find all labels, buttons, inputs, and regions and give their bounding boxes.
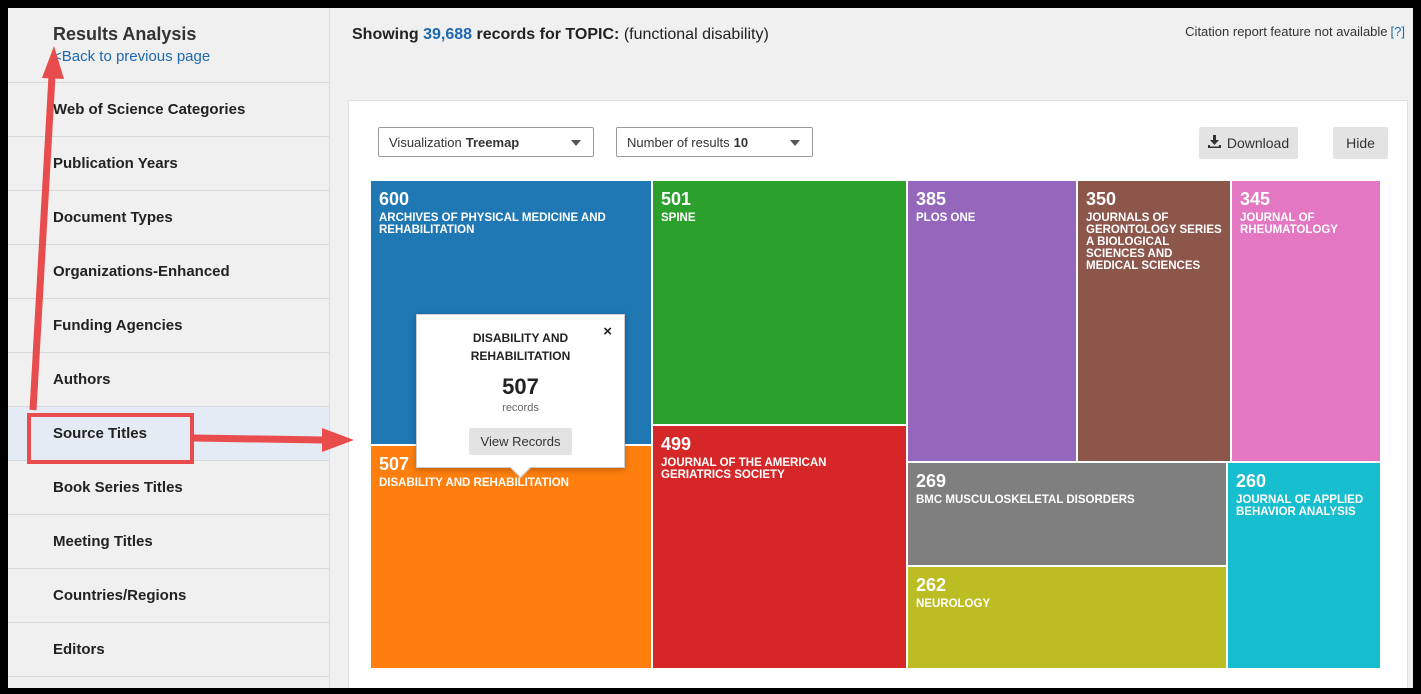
treemap-tooltip: × DISABILITY AND REHABILITATION 507 reco… [416, 314, 625, 479]
results-count-select[interactable]: Number of results 10 [616, 127, 813, 157]
close-icon[interactable]: × [603, 323, 612, 340]
showing-prefix: Showing [352, 26, 419, 43]
tile-value: 385 [916, 189, 947, 209]
sidebar-item-organizations-enhanced[interactable]: Organizations-Enhanced [8, 245, 329, 299]
chevron-down-icon [790, 140, 800, 146]
tile-value: 260 [1236, 471, 1267, 491]
chevron-down-icon [571, 140, 581, 146]
main-content: Showing 39,688 records for TOPIC: (funct… [330, 8, 1413, 688]
visualization-select[interactable]: Visualization Treemap [378, 127, 594, 157]
tile-label: ARCHIVES OF PHYSICAL MEDICINE AND REHABI… [379, 212, 606, 236]
treemap-tile[interactable]: 507 DISABILITY AND REHABILITATION [371, 446, 651, 668]
tile-value: 269 [916, 471, 947, 491]
visualization-panel: Visualization Treemap Number of results … [348, 100, 1408, 688]
sidebar-item-meeting-titles[interactable]: Meeting Titles [8, 515, 329, 569]
tile-value: 350 [1086, 189, 1117, 209]
visualization-value: Treemap [465, 134, 520, 150]
topic-label: TOPIC: [565, 26, 620, 43]
topic-value: (functional disability) [623, 26, 769, 43]
tooltip-unit: records [502, 402, 539, 414]
tile-label: NEUROLOGY [916, 598, 991, 610]
treemap-tile[interactable]: 501 SPINE [653, 181, 906, 424]
download-icon [1207, 135, 1221, 151]
tile-value: 345 [1240, 189, 1271, 209]
record-count: 39,688 [423, 26, 473, 43]
download-button[interactable]: Download [1199, 127, 1298, 159]
sidebar-item-countries-regions[interactable]: Countries/Regions [8, 569, 329, 623]
sidebar-item-authors[interactable]: Authors [8, 353, 329, 407]
help-link[interactable]: [?] [1391, 24, 1405, 39]
treemap-tile[interactable]: 262 NEUROLOGY [908, 567, 1226, 668]
annotation-highlight-box [27, 413, 194, 464]
treemap-tile[interactable]: 260 JOURNAL OF APPLIED BEHAVIOR ANALYSIS [1228, 463, 1380, 668]
tooltip-count: 507 [502, 374, 539, 399]
sidebar-item-funding-agencies[interactable]: Funding Agencies [8, 299, 329, 353]
tile-label: SPINE [661, 212, 696, 224]
sidebar-item-editors[interactable]: Editors [8, 623, 329, 677]
tile-label: JOURNAL OF THE AMERICAN GERIATRICS SOCIE… [661, 457, 827, 481]
tile-label: JOURNAL OF RHEUMATOLOGY [1240, 212, 1338, 236]
back-link[interactable]: <Back to previous page [53, 48, 329, 65]
tile-value: 262 [916, 575, 947, 595]
treemap-tile[interactable]: 385 PLOS ONE [908, 181, 1076, 461]
sidebar: Results Analysis <Back to previous page … [8, 8, 330, 688]
tile-label: JOURNAL OF APPLIED BEHAVIOR ANALYSIS [1236, 494, 1364, 518]
sidebar-item-document-types[interactable]: Document Types [8, 191, 329, 245]
citation-note-text: Citation report feature not available [1185, 24, 1388, 39]
treemap-tile[interactable]: 345 JOURNAL OF RHEUMATOLOGY [1232, 181, 1380, 461]
tile-label: BMC MUSCULOSKELETAL DISORDERS [916, 494, 1135, 506]
treemap-tile[interactable]: 269 BMC MUSCULOSKELETAL DISORDERS [908, 463, 1226, 565]
sidebar-item-book-series-titles[interactable]: Book Series Titles [8, 461, 329, 515]
sidebar-title: Results Analysis [53, 24, 197, 44]
tile-label: PLOS ONE [916, 212, 976, 224]
tile-value: 501 [661, 189, 692, 209]
tile-label: JOURNALS OF GERONTOLOGY SERIES A BIOLOGI… [1086, 212, 1222, 272]
treemap-tile[interactable]: 499 JOURNAL OF THE AMERICAN GERIATRICS SO… [653, 426, 906, 668]
sidebar-item-publication-years[interactable]: Publication Years [8, 137, 329, 191]
results-summary: Showing 39,688 records for TOPIC: (funct… [352, 26, 769, 44]
download-label: Download [1226, 135, 1290, 151]
treemap-tile[interactable]: 350 JOURNALS OF GERONTOLOGY SERIES A BIOL… [1078, 181, 1230, 461]
sidebar-item-web-of-science-categories[interactable]: Web of Science Categories [8, 83, 329, 137]
records-for-text: records for [476, 26, 561, 43]
results-count-value: 10 [733, 134, 749, 150]
tile-value: 600 [379, 189, 410, 209]
tooltip-title: DISABILITY AND REHABILITATION [470, 331, 571, 363]
citation-note: Citation report feature not available [?] [1185, 24, 1405, 39]
window: Results Analysis <Back to previous page … [8, 8, 1413, 688]
results-count-label: Number of results [627, 134, 730, 150]
results-header: Showing 39,688 records for TOPIC: (funct… [330, 8, 1413, 94]
tile-label: DISABILITY AND REHABILITATION [379, 477, 569, 489]
sidebar-header: Results Analysis <Back to previous page [8, 8, 329, 83]
visualization-label: Visualization [389, 134, 462, 150]
view-records-button[interactable]: View Records [468, 428, 573, 455]
hide-button[interactable]: Hide [1333, 127, 1388, 159]
tile-value: 499 [661, 434, 692, 454]
